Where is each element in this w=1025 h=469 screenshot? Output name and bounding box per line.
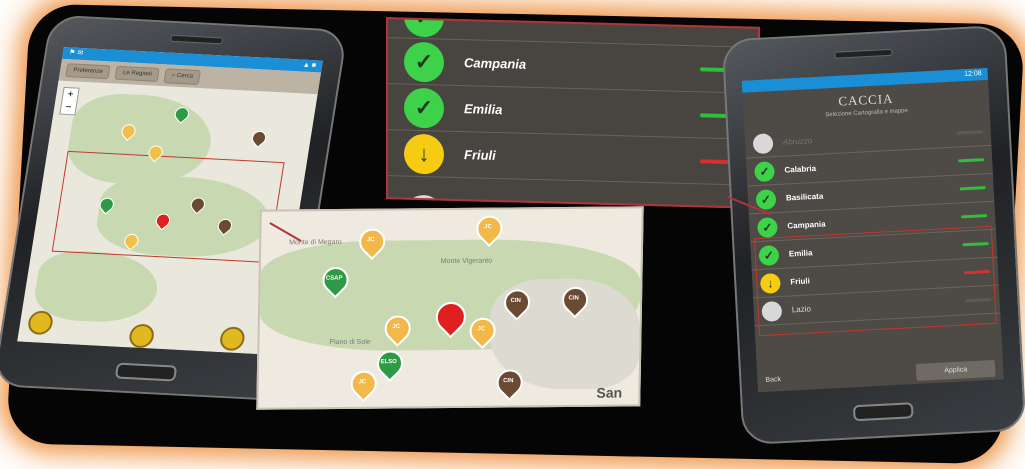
status-bar-indicator: [959, 186, 986, 191]
pin-label: JC: [392, 324, 401, 331]
pin-label: JC: [366, 237, 375, 244]
search-button[interactable]: ⌕ Cerca: [163, 67, 202, 85]
region-name: Friuli: [464, 147, 496, 163]
map-pin-icon[interactable]: [249, 128, 269, 148]
pin-label: CIN: [568, 295, 579, 302]
regions-button[interactable]: Le Regioni: [114, 65, 160, 82]
zoomed-region-list: ✓ ✓ Campania ✓ Emilia ↓ Friuli: [386, 17, 760, 209]
region-name: Emilia: [464, 101, 503, 118]
pin-label: CSAP: [325, 275, 343, 282]
check-icon: ✓: [404, 41, 444, 83]
footer-bar: Back Applica: [757, 355, 1004, 392]
search-icon: ⌕: [171, 72, 176, 79]
home-button[interactable]: [852, 402, 914, 422]
apply-button[interactable]: Applica: [915, 359, 996, 381]
pin-label: CIN: [503, 378, 514, 385]
empty-circle-icon: [752, 132, 774, 154]
check-icon: ✓: [404, 17, 444, 38]
arrow-down-icon: ↓: [404, 133, 444, 175]
right-phone-screen: 12:08 CACCIA Selezione Cartografia e map…: [741, 67, 1004, 393]
selection-rectangle: [51, 150, 285, 263]
region-name: Campania: [464, 55, 527, 72]
town-label: San: [596, 384, 623, 401]
speaker-grille: [170, 34, 224, 45]
region-name: Basilicata: [785, 191, 824, 203]
check-icon: ✓: [404, 87, 444, 129]
status-bar-indicator: [961, 214, 988, 219]
place-label: Monte di Megaro: [289, 238, 342, 247]
zoom-in-button[interactable]: +: [62, 88, 78, 102]
search-label: Cerca: [176, 72, 194, 80]
zoom-out-button[interactable]: −: [60, 101, 76, 115]
pin-label: JC: [477, 326, 486, 333]
place-label: Piano di Sole: [329, 338, 371, 347]
pin-label: JC: [484, 224, 492, 231]
forest-area: [31, 249, 163, 325]
left-fab-button[interactable]: [26, 310, 55, 336]
region-name: Abruzzo: [782, 136, 813, 147]
check-icon: ✓: [756, 216, 778, 238]
speaker-grille: [834, 48, 893, 59]
right-fab-button[interactable]: [218, 326, 247, 352]
center-fab-button[interactable]: [127, 323, 156, 349]
region-name: Calabria: [784, 163, 817, 175]
status-bar-indicator: [956, 130, 983, 135]
check-icon: ✓: [755, 188, 777, 210]
clock: 12:08: [964, 70, 982, 79]
zoomed-map[interactable]: Monte di Megaro Monte Vigeranto Piano di…: [256, 206, 644, 410]
check-icon: ✓: [753, 160, 776, 182]
back-button[interactable]: Back: [765, 376, 781, 384]
preferences-button[interactable]: Preferenze: [65, 63, 111, 80]
home-button[interactable]: [114, 362, 178, 382]
pin-label: ELSO: [380, 359, 397, 366]
right-phone: 12:08 CACCIA Selezione Cartografia e map…: [721, 24, 1025, 446]
status-bar-indicator: [958, 158, 985, 163]
map-pin-icon[interactable]: ELSO: [371, 345, 409, 382]
place-label: Monte Vigeranto: [440, 257, 493, 266]
selection-rectangle: [754, 225, 997, 337]
pin-label: CIN: [510, 297, 521, 305]
pin-label: JC: [358, 379, 367, 386]
